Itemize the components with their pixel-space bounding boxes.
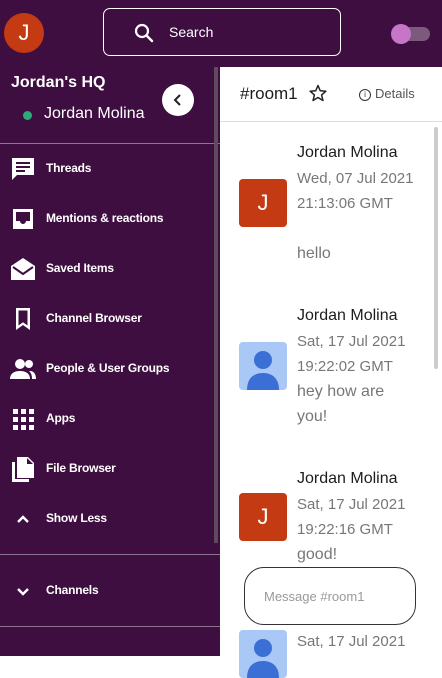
sidebar-scrollbar[interactable] [214, 67, 218, 543]
sidebar-item-label: Mentions & reactions [46, 211, 164, 225]
sidebar-item-label: Apps [46, 411, 76, 425]
sidebar-item-label: Threads [46, 161, 92, 175]
message-composer[interactable]: Message #room1 [244, 567, 416, 625]
default-avatar[interactable] [239, 342, 287, 390]
room-header: #room1 i Details [220, 67, 442, 122]
sidebar-item-threads[interactable]: Threads [0, 148, 214, 188]
current-user-name[interactable]: Jordan Molina [44, 105, 145, 123]
message-timestamp: Sat, 17 Jul 2021 19:22:02 GMT [297, 333, 406, 375]
online-status-icon [23, 111, 32, 120]
chevron-up-icon [17, 515, 29, 523]
threads-icon [12, 158, 34, 180]
search-input[interactable]: Search [169, 24, 213, 40]
sidebar-item-people[interactable]: People & User Groups [0, 348, 214, 388]
workspace-name[interactable]: Jordan's HQ [11, 74, 106, 92]
sidebar-item-saved[interactable]: Saved Items [0, 248, 214, 288]
user-silhouette-icon [247, 351, 279, 390]
search-icon [134, 23, 154, 43]
default-avatar[interactable] [239, 630, 287, 678]
sidebar-item-show-less[interactable]: Show Less [0, 498, 214, 538]
chevron-left-icon [173, 94, 181, 106]
theme-toggle[interactable] [391, 24, 430, 44]
message-author[interactable]: Jordan Molina [297, 144, 398, 162]
chevron-down-icon [17, 588, 29, 596]
people-icon [10, 359, 36, 379]
chat-panel: #room1 i Details J Jordan Molina Wed, 07 … [220, 67, 442, 678]
sidebar-item-apps[interactable]: Apps [0, 398, 214, 438]
details-button[interactable]: i Details [359, 86, 415, 101]
sidebar: Jordan's HQ Jordan Molina Threads Mentio… [0, 67, 220, 656]
sidebar-item-label: Show Less [46, 511, 107, 525]
details-label: Details [375, 86, 415, 101]
sidebar-item-file-browser[interactable]: File Browser [0, 448, 214, 488]
channels-label: Channels [46, 583, 99, 597]
message-text: good! [297, 546, 338, 563]
collapse-sidebar-button[interactable] [162, 84, 194, 116]
user-avatar[interactable]: J [4, 13, 44, 53]
message-avatar[interactable]: J [239, 179, 287, 227]
chat-scrollbar[interactable] [434, 127, 438, 369]
message-text: hey how are you! [297, 383, 385, 425]
divider [0, 626, 220, 627]
message-author[interactable]: Jordan Molina [297, 307, 398, 325]
message-avatar[interactable]: J [239, 493, 287, 541]
message-timestamp: Sat, 17 Jul 2021 19:22:16 GMT [297, 496, 406, 538]
sidebar-item-channel-browser[interactable]: Channel Browser [0, 298, 214, 338]
message-author[interactable]: Jordan Molina [297, 470, 398, 488]
search-box[interactable]: Search [103, 8, 341, 56]
bookmark-icon [16, 308, 30, 330]
sidebar-item-label: People & User Groups [46, 361, 170, 375]
channels-section-toggle[interactable]: Channels [0, 570, 214, 610]
sidebar-item-label: File Browser [46, 461, 116, 475]
sidebar-item-label: Saved Items [46, 261, 114, 275]
message-timestamp: Sat, 17 Jul 2021 [297, 633, 406, 650]
info-icon: i [359, 89, 371, 101]
mail-open-icon [11, 258, 35, 280]
message-timestamp: Wed, 07 Jul 2021 21:13:06 GMT [297, 170, 414, 212]
user-silhouette-icon [247, 639, 279, 678]
sidebar-item-label: Channel Browser [46, 311, 142, 325]
sidebar-item-mentions[interactable]: Mentions & reactions [0, 198, 214, 238]
divider [0, 554, 220, 555]
message-input[interactable]: Message #room1 [264, 589, 364, 604]
room-name: #room1 [240, 84, 298, 103]
top-bar: J Search [0, 0, 442, 67]
message-text: hello [297, 245, 331, 262]
apps-grid-icon [13, 409, 34, 430]
toggle-knob [391, 24, 411, 44]
star-icon[interactable] [309, 84, 327, 102]
files-icon [12, 457, 34, 482]
inbox-icon [13, 209, 33, 229]
divider [0, 143, 220, 144]
